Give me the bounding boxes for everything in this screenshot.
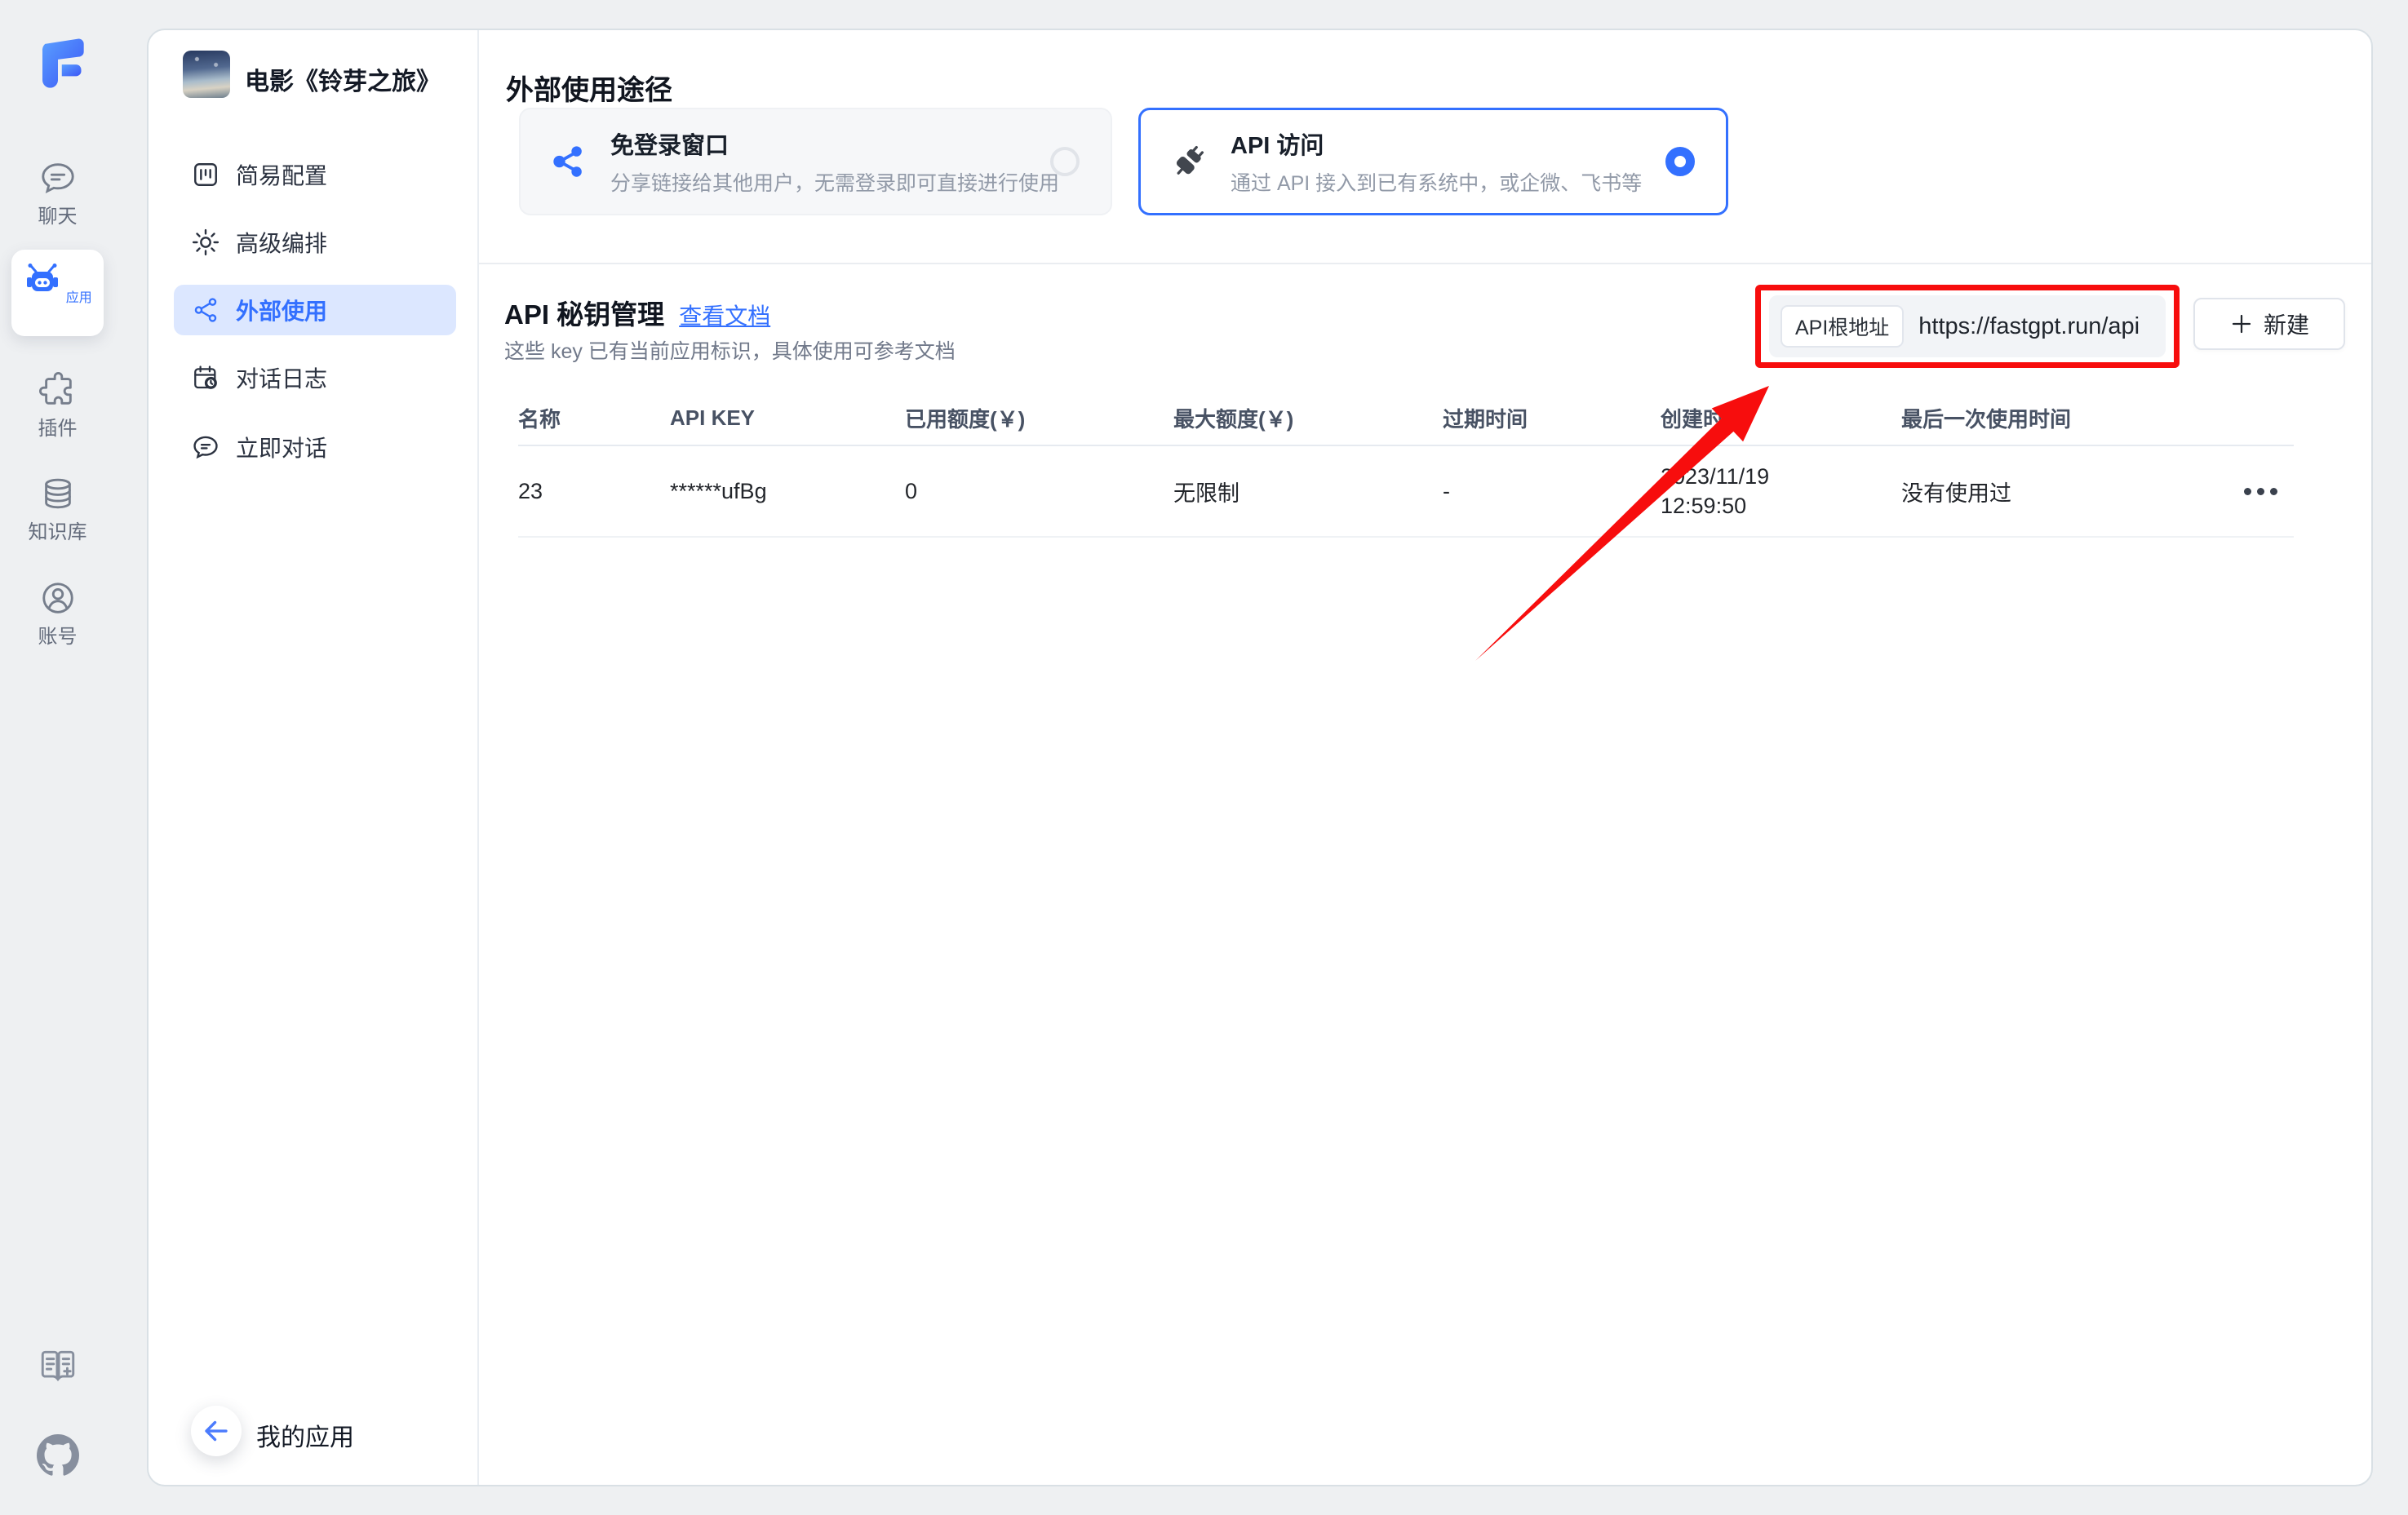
- usage-title: 外部使用途径: [506, 68, 672, 108]
- chat-log-icon: [192, 364, 220, 392]
- gear-icon: [192, 228, 220, 256]
- rail-item-label: 聊天: [0, 200, 115, 228]
- docs-button[interactable]: [0, 1346, 115, 1391]
- menu-item-label: 外部使用: [236, 294, 327, 326]
- view-docs-link[interactable]: 查看文档: [679, 299, 770, 331]
- cell-max: 无限制: [1173, 476, 1443, 507]
- chat-now-icon: [192, 433, 220, 461]
- menu-item-simple-config[interactable]: 简易配置: [174, 149, 456, 200]
- sidebar-divider: [477, 30, 479, 1485]
- rail-item-knowledge[interactable]: 知识库: [0, 475, 115, 544]
- main-panel: 电影《铃芽之旅》 简易配置 高级编排 外部使用: [147, 29, 2373, 1486]
- menu-item-chat-logs[interactable]: 对话日志: [174, 352, 456, 403]
- rail-item-label: 应用: [66, 291, 92, 305]
- api-key-title: API 秘钥管理: [504, 293, 664, 332]
- app-avatar: [183, 51, 230, 98]
- table-header-row: 名称 API KEY 已用额度(￥) 最大额度(￥) 过期时间 创建时间 最后一…: [518, 391, 2294, 446]
- user-circle-icon: [39, 579, 77, 617]
- card-title: API 访问: [1231, 126, 1642, 161]
- plug-icon: [1170, 143, 1208, 180]
- back-arrow-icon: [202, 1416, 231, 1446]
- docs-book-icon: [38, 1346, 78, 1387]
- plus-icon: [2229, 312, 2254, 336]
- api-key-table: 名称 API KEY 已用额度(￥) 最大额度(￥) 过期时间 创建时间 最后一…: [518, 391, 2294, 538]
- card-title: 免登录窗口: [610, 126, 1059, 161]
- cell-used: 0: [905, 479, 1173, 504]
- menu-item-label: 对话日志: [236, 361, 327, 394]
- col-expire: 过期时间: [1443, 403, 1661, 433]
- new-key-label: 新建: [2264, 308, 2309, 340]
- col-name: 名称: [518, 403, 670, 433]
- col-used: 已用额度(￥): [905, 403, 1173, 433]
- usage-card-api-access[interactable]: API 访问 通过 API 接入到已有系统中，或企微、飞书等: [1138, 108, 1728, 215]
- col-last-used: 最后一次使用时间: [1901, 403, 2244, 433]
- cell-expire: -: [1443, 479, 1661, 504]
- github-icon: [37, 1434, 79, 1477]
- card-desc: 分享链接给其他用户，无需登录即可直接进行使用: [610, 167, 1059, 197]
- menu-item-advanced-flow[interactable]: 高级编排: [174, 217, 456, 268]
- card-desc: 通过 API 接入到已有系统中，或企微、飞书等: [1231, 167, 1642, 197]
- page: 聊天 应用 插件: [0, 0, 2408, 1515]
- rail-item-account[interactable]: 账号: [0, 579, 115, 649]
- col-max: 最大额度(￥): [1173, 403, 1443, 433]
- menu-item-external-use[interactable]: 外部使用: [174, 285, 456, 335]
- cell-name: 23: [518, 479, 670, 504]
- api-key-subtitle: 这些 key 已有当前应用标识，具体使用可参考文档: [504, 335, 956, 365]
- menu-item-label: 简易配置: [236, 158, 327, 191]
- simple-config-icon: [192, 161, 220, 188]
- rail-item-label: 插件: [0, 412, 115, 441]
- radio-selected[interactable]: [1665, 147, 1695, 176]
- share-icon: [550, 143, 588, 180]
- database-icon: [39, 475, 77, 512]
- cell-api-key: ******ufBg: [670, 479, 905, 504]
- api-root-pill: API根地址 https://fastgpt.run/api: [1769, 295, 2166, 357]
- row-actions-menu[interactable]: [2244, 488, 2294, 495]
- menu-item-label: 立即对话: [236, 431, 327, 463]
- api-root-url[interactable]: https://fastgpt.run/api: [1918, 313, 2140, 340]
- radio-unselected[interactable]: [1050, 147, 1080, 176]
- rail-item-apps[interactable]: 应用: [11, 250, 104, 336]
- icon-rail: 聊天 应用 插件: [0, 0, 115, 1515]
- share-icon: [192, 296, 220, 324]
- cell-created: 2023/11/19 12:59:50: [1661, 462, 1901, 521]
- col-api-key: API KEY: [670, 405, 905, 431]
- rail-item-plugins[interactable]: 插件: [0, 371, 115, 441]
- section-divider: [479, 263, 2371, 264]
- back-button[interactable]: [191, 1406, 242, 1456]
- annotation-red-box: API根地址 https://fastgpt.run/api: [1755, 285, 2180, 368]
- fastgpt-logo[interactable]: [27, 31, 89, 93]
- usage-card-no-login[interactable]: 免登录窗口 分享链接给其他用户，无需登录即可直接进行使用: [519, 108, 1112, 215]
- app-name: 电影《铃芽之旅》: [245, 61, 441, 97]
- api-root-label: API根地址: [1781, 305, 1904, 348]
- rail-item-chat[interactable]: 聊天: [0, 159, 115, 228]
- robot-icon: [23, 263, 62, 302]
- new-key-button[interactable]: 新建: [2193, 298, 2345, 350]
- cell-last-used: 没有使用过: [1901, 476, 2244, 507]
- my-apps-label[interactable]: 我的应用: [256, 1417, 354, 1453]
- col-created: 创建时间: [1661, 403, 1901, 433]
- menu-item-chat-now[interactable]: 立即对话: [174, 422, 456, 472]
- chat-bubble-icon: [39, 159, 77, 197]
- table-row: 23 ******ufBg 0 无限制 - 2023/11/19 12:59:5…: [518, 446, 2294, 538]
- rail-item-label: 知识库: [0, 516, 115, 544]
- menu-item-label: 高级编排: [236, 226, 327, 259]
- github-button[interactable]: [0, 1434, 115, 1481]
- rail-item-label: 账号: [0, 620, 115, 649]
- puzzle-icon: [39, 371, 77, 409]
